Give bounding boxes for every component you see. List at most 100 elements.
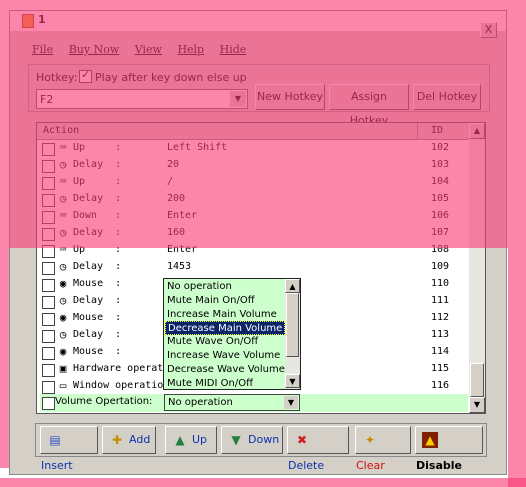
down-button[interactable]: ▼ Down [221, 426, 283, 454]
row-checkbox[interactable] [42, 279, 55, 292]
chevron-down-icon[interactable]: ▼ [230, 91, 246, 107]
row-action: Up : [73, 244, 122, 255]
menu-view[interactable]: View [135, 43, 162, 56]
scroll-thumb[interactable] [470, 363, 484, 397]
row-id: 113 [431, 329, 450, 340]
dropdown-option[interactable]: No operation [165, 280, 285, 294]
volume-operation-row[interactable]: Volume Opertation: No operation ▼ [40, 394, 468, 412]
table-row[interactable]: ◷ Delay : 200 105 [37, 191, 467, 208]
row-action: Up : [73, 142, 122, 153]
dropdown-option[interactable]: Decrease Main Volume [165, 321, 285, 336]
scroll-down-icon[interactable]: ▼ [469, 397, 485, 413]
row-checkbox[interactable] [42, 177, 55, 190]
table-row[interactable]: ◷ Delay : 160 107 [37, 225, 467, 242]
table-row[interactable]: ⌨ Up : Left Shift 102 [37, 140, 467, 157]
row-checkbox[interactable] [42, 211, 55, 224]
dropdown-option[interactable]: Mute Main On/Off [165, 294, 285, 308]
row-checkbox[interactable] [42, 143, 55, 156]
row-checkbox[interactable] [42, 330, 55, 343]
row-checkbox[interactable] [42, 194, 55, 207]
dropdown-scroll-thumb[interactable] [286, 293, 299, 357]
play-after-key-down-label: Play after key down else up [95, 71, 247, 84]
row-checkbox[interactable] [42, 381, 55, 394]
row-id: 116 [431, 380, 450, 391]
clear-button[interactable]: ✦ Clear [355, 426, 411, 472]
scroll-up-icon[interactable]: ▲ [469, 123, 485, 139]
window-title: 1 [38, 13, 46, 26]
volume-dropdown-list[interactable]: No operation Mute Main On/Off Increase Mai… [163, 278, 301, 390]
dropdown-option[interactable]: Increase Main Volume [165, 308, 285, 322]
dropdown-scroll-down-icon[interactable]: ▼ [285, 374, 300, 388]
dropdown-option[interactable]: Mute MIDI On/Off [165, 377, 285, 391]
row-checkbox[interactable] [42, 245, 55, 258]
row-action: Window operation: [73, 380, 176, 391]
dropdown-scroll-up-icon[interactable]: ▲ [285, 279, 300, 293]
hotkey-value: F2 [40, 93, 54, 106]
hardware-icon: ▣ [59, 362, 67, 375]
row-id: 114 [431, 346, 450, 357]
volume-operation-select[interactable]: No operation ▼ [164, 394, 300, 411]
add-label: Add [129, 433, 151, 446]
dropdown-option[interactable]: Mute Wave On/Off [165, 335, 285, 349]
row-action: Delay : [73, 261, 122, 272]
row-action: Up : [73, 176, 122, 187]
add-button[interactable]: ✚ Add [102, 426, 156, 454]
row-checkbox[interactable] [42, 313, 55, 326]
mouse-icon: ◉ [59, 277, 67, 290]
clock-icon: ◷ [59, 226, 67, 239]
row-checkbox[interactable] [42, 160, 55, 173]
row-id: 110 [431, 278, 450, 289]
pink-overlay-left [0, 248, 9, 468]
row-action: Delay : [73, 227, 122, 238]
clock-icon: ◷ [59, 260, 67, 273]
row-checkbox[interactable] [42, 296, 55, 309]
keyboard-icon: ⌨ [59, 209, 67, 222]
table-row[interactable]: ⌨ Up : / 104 [37, 174, 467, 191]
dropdown-option[interactable]: Decrease Wave Volume [165, 363, 285, 377]
column-header-id[interactable]: ID [431, 125, 443, 136]
menu-file[interactable]: File [32, 43, 53, 56]
row-id: 102 [431, 142, 450, 153]
mouse-icon: ◉ [59, 311, 67, 324]
row-action: Delay : [73, 295, 122, 306]
app-icon [22, 14, 34, 28]
chevron-down-icon[interactable]: ▼ [284, 396, 298, 409]
table-row[interactable]: ⌨ Up : Enter 108 [37, 242, 467, 259]
table-row[interactable]: ◷ Delay : 1453 109 [37, 259, 467, 276]
new-hotkey-button[interactable]: New Hotkey [255, 84, 325, 110]
disable-button[interactable]: ▲ Disable [415, 426, 483, 472]
row-id: 112 [431, 312, 450, 323]
delete-button[interactable]: ✖ Delete [287, 426, 349, 472]
row-checkbox[interactable] [42, 347, 55, 360]
table-row[interactable]: ⌨ Down : Enter 106 [37, 208, 467, 225]
disable-label: Disable [416, 459, 462, 472]
row-checkbox[interactable] [42, 228, 55, 241]
dropdown-option[interactable]: Increase Wave Volume [165, 349, 285, 363]
table-row[interactable]: ◷ Delay : 20 103 [37, 157, 467, 174]
assign-hotkey-button[interactable]: Assign Hotkey [329, 84, 409, 127]
pink-overlay-bottom [0, 478, 526, 487]
menu-buy-now[interactable]: Buy Now [69, 43, 120, 56]
del-hotkey-button[interactable]: Del Hotkey [413, 84, 481, 110]
list-scrollbar[interactable]: ▲ ▼ [469, 123, 485, 413]
dropdown-scrollbar[interactable]: ▲ ▼ [285, 279, 300, 389]
row-checkbox[interactable] [42, 262, 55, 275]
hotkey-select[interactable]: F2 ▼ [36, 89, 248, 109]
up-button[interactable]: ▲ Up [165, 426, 217, 454]
volume-operation-value: No operation [168, 397, 233, 408]
play-after-key-down-checkbox[interactable] [79, 68, 92, 83]
row-action: Mouse : [73, 346, 122, 357]
volume-row-checkbox[interactable] [42, 397, 55, 410]
clear-icon: ✦ [364, 433, 376, 447]
row-value: Left Shift [167, 142, 228, 153]
row-id: 106 [431, 210, 450, 221]
row-action: Delay : [73, 159, 122, 170]
close-button[interactable]: X [480, 22, 497, 38]
insert-button[interactable]: ▤ Insert [40, 426, 98, 472]
row-checkbox[interactable] [42, 364, 55, 377]
delete-label: Delete [288, 459, 325, 472]
column-header-action[interactable]: Action [43, 125, 79, 136]
menu-hide[interactable]: Hide [220, 43, 247, 56]
menu-help[interactable]: Help [177, 43, 204, 56]
title-bar [10, 11, 506, 31]
